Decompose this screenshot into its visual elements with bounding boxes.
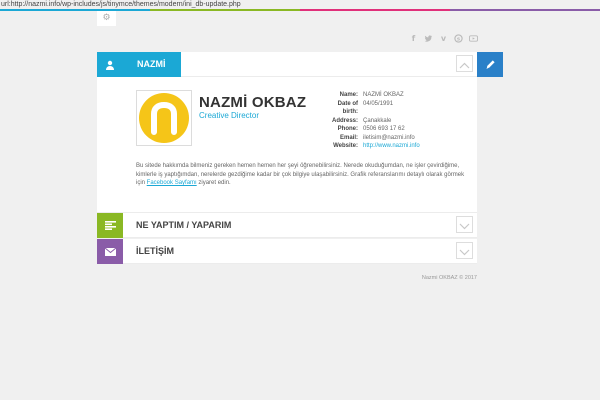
section-title-work: NE YAPTIM / YAPARIM [136,220,232,230]
profile-name: NAZMİ OKBAZ [199,94,307,111]
info-key: Date of [337,100,358,107]
skype-icon[interactable]: s [454,34,463,43]
info-key: Phone: [337,126,358,132]
color-strip-blue [0,9,150,11]
bio-end: ziyaret edin. [196,180,231,187]
profile-info-table: Name: NAZMİ OKBAZ Date of 04/05/1991 bir… [327,91,441,151]
info-row: Name: NAZMİ OKBAZ [327,91,441,100]
info-value: NAZMİ OKBAZ [363,92,404,98]
chevron-down-icon [459,241,470,260]
section-title-about: NAZMİ [137,59,166,69]
info-key: Email: [339,134,358,141]
edit-button[interactable] [477,52,503,77]
info-key: Website: [333,143,358,149]
social-links: f v s [409,34,478,43]
profile-card: NAZMİ OKBAZ Creative Director Name: NAZM… [97,77,477,213]
info-key: birth: [342,109,358,115]
info-row: Date of 04/05/1991 [327,100,441,109]
youtube-icon[interactable] [469,34,478,43]
color-strip-green [150,9,300,11]
info-value: iletisim@nazmi.info [363,134,415,141]
info-row: Phone: 0506 693 17 62 [327,125,441,134]
pencil-icon [485,55,496,74]
footer-copyright: Nazmi OKBAZ © 2017 [421,275,477,281]
info-key: Address: [331,117,358,124]
info-value: 0506 693 17 62 [363,126,405,132]
bio-text: Bu sitede hakkımda bilmeniz gereken heme… [136,162,466,188]
expand-toggle-contact[interactable] [456,242,473,259]
facebook-icon[interactable]: f [409,34,418,43]
color-strip-purple [450,9,600,11]
info-row: Email: iletisim@nazmi.info [327,134,441,143]
envelope-icon [97,239,123,264]
logo-icon [139,93,189,143]
chevron-down-icon [459,215,470,234]
svg-text:s: s [457,36,460,42]
vimeo-icon[interactable]: v [439,34,448,43]
chevron-up-icon [459,54,470,73]
info-row: Address: Çanakkale [327,117,441,126]
url-text: url:http://nazmi.info/wp-includes/js/tin… [1,1,241,8]
info-row: Website: http://www.nazmi.info [327,142,441,151]
settings-button[interactable]: ⚙ [97,11,116,26]
avatar [136,90,192,146]
expand-toggle-work[interactable] [456,216,473,233]
info-value [363,108,441,117]
section-header-contact[interactable]: İLETİŞİM [97,239,477,264]
website-link[interactable]: http://www.nazmi.info [363,142,441,151]
gear-icon: ⚙ [102,13,111,23]
profile-role: Creative Director [199,111,260,120]
user-icon [97,52,123,77]
collapse-toggle-about[interactable] [456,55,473,72]
info-value: 04/05/1991 [363,100,394,107]
section-header-work[interactable]: NE YAPTIM / YAPARIM [97,213,477,238]
section-header-about[interactable]: NAZMİ [97,52,477,77]
info-row: birth: [327,108,441,117]
facebook-page-link[interactable]: Facebook Sayfamı [147,180,197,186]
color-strip-pink [300,9,450,11]
info-key: Name: [339,92,358,98]
list-icon [97,213,123,238]
twitter-icon[interactable] [424,34,433,43]
info-value: Çanakkale [363,117,392,124]
color-strip [0,9,600,11]
section-title-contact: İLETİŞİM [136,246,174,256]
